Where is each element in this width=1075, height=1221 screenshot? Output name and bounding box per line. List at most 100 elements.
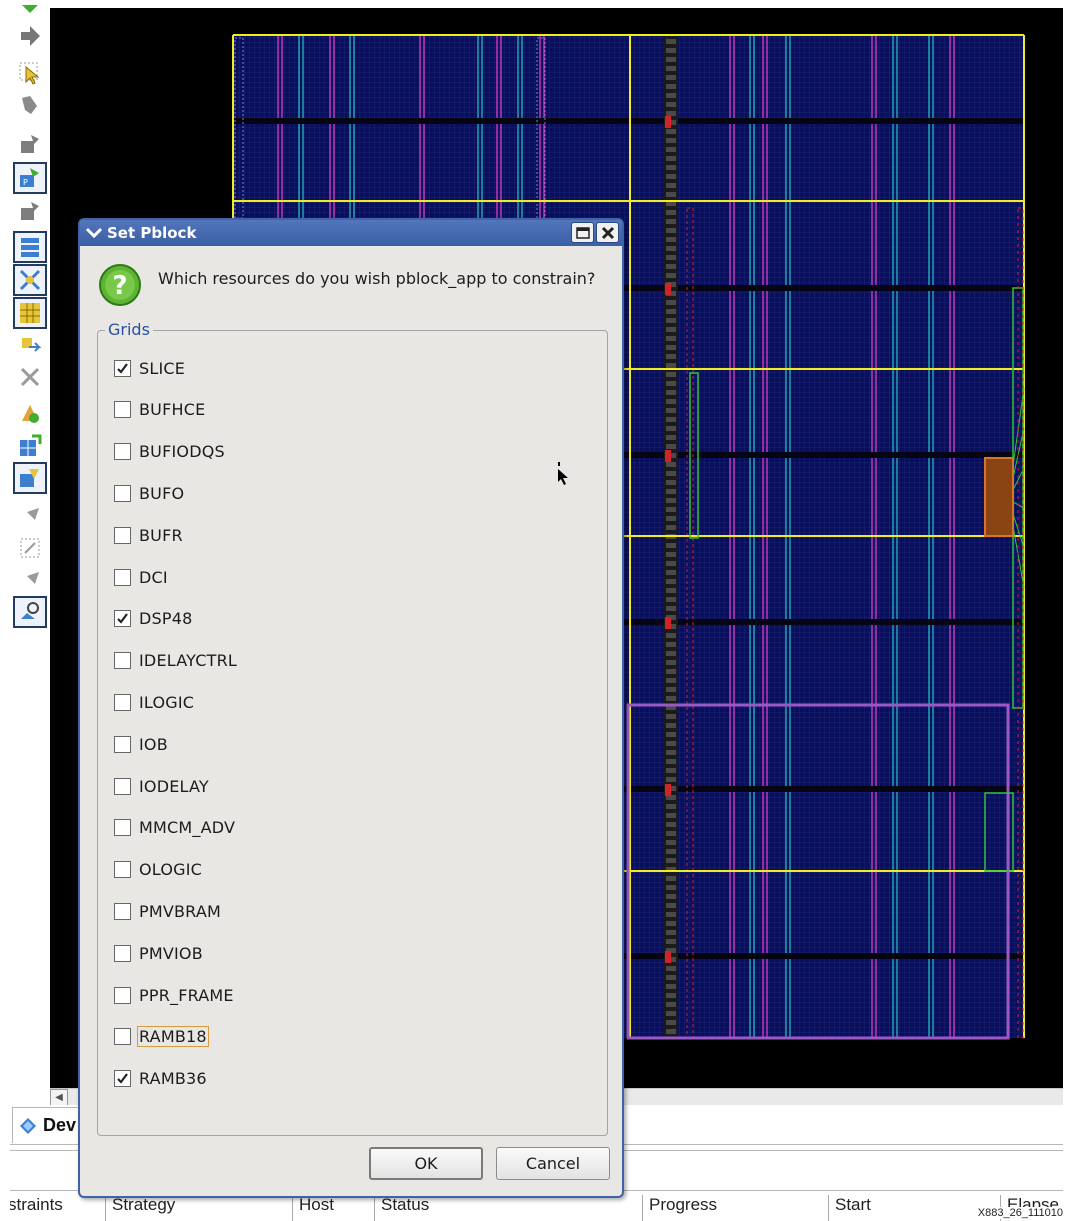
checkbox-iodelay[interactable]: IODELAY xyxy=(114,773,211,799)
dialog-question: Which resources do you wish pblock_app t… xyxy=(158,269,596,288)
checkbox-box[interactable] xyxy=(114,652,131,670)
column-header-strategy[interactable]: Strategy xyxy=(105,1195,175,1221)
ok-button[interactable]: OK xyxy=(369,1147,483,1180)
checkbox-label: DSP48 xyxy=(139,609,193,629)
io-site xyxy=(666,390,676,395)
checkbox-box[interactable] xyxy=(114,359,131,377)
checkbox-bufo[interactable]: BUFO xyxy=(114,480,186,506)
io-site xyxy=(666,579,676,584)
io-site xyxy=(666,219,676,224)
checkbox-box[interactable] xyxy=(114,902,131,920)
checkbox-mmcm-adv[interactable]: MMCM_ADV xyxy=(114,815,237,841)
io-site xyxy=(666,354,676,359)
dialog-titlebar[interactable]: Set Pblock xyxy=(80,220,622,246)
pblock-edit-icon[interactable] xyxy=(13,462,47,494)
cancel-button[interactable]: Cancel xyxy=(496,1147,610,1180)
tab-device[interactable]: Dev xyxy=(12,1107,84,1143)
checkbox-slice[interactable]: SLICE xyxy=(114,355,187,381)
column-header-constraints[interactable]: straints xyxy=(10,1195,63,1221)
hand-icon[interactable] xyxy=(13,89,47,121)
io-site xyxy=(666,129,676,134)
io-site xyxy=(666,552,676,557)
checkbox-box[interactable] xyxy=(114,777,131,795)
checkbox-box[interactable] xyxy=(114,401,131,419)
checkbox-box[interactable] xyxy=(114,484,131,502)
pblock-icon[interactable]: P xyxy=(13,162,47,194)
maximize-button[interactable] xyxy=(571,222,594,243)
grid-icon[interactable] xyxy=(13,297,47,329)
io-site xyxy=(666,1011,676,1016)
checkbox-dsp48[interactable]: DSP48 xyxy=(114,606,194,632)
io-site xyxy=(666,597,676,602)
io-site xyxy=(666,912,676,917)
checkbox-box[interactable] xyxy=(114,819,131,837)
checkbox-ramb36[interactable]: RAMB36 xyxy=(114,1066,209,1092)
checkbox-box[interactable] xyxy=(114,526,131,544)
checkbox-ppr-frame[interactable]: PPR_FRAME xyxy=(114,982,236,1008)
tool-icon[interactable] xyxy=(13,501,47,533)
checkbox-pmviob[interactable]: PMVIOB xyxy=(114,940,205,966)
checkbox-bufr[interactable]: BUFR xyxy=(114,522,185,548)
checkbox-label: RAMB36 xyxy=(139,1069,207,1089)
io-site xyxy=(666,147,676,152)
io-site xyxy=(666,516,676,521)
close-button[interactable] xyxy=(596,222,619,243)
checkbox-box[interactable] xyxy=(114,944,131,962)
checkbox-pmvbram[interactable]: PMVBRAM xyxy=(114,898,223,924)
arrow-right-icon[interactable] xyxy=(13,20,47,52)
checkbox-ramb18[interactable]: RAMB18 xyxy=(114,1024,209,1050)
checkbox-dci[interactable]: DCI xyxy=(114,564,170,590)
checkbox-box[interactable] xyxy=(114,1070,131,1088)
io-site xyxy=(666,804,676,809)
crop-icon[interactable] xyxy=(13,532,47,564)
checkbox-box[interactable] xyxy=(114,443,131,461)
io-site xyxy=(666,561,676,566)
io-site xyxy=(666,741,676,746)
checkbox-label: MMCM_ADV xyxy=(139,818,236,838)
list-icon[interactable] xyxy=(13,231,47,263)
column-header-status[interactable]: Status xyxy=(374,1195,429,1221)
checkbox-idelayctrl[interactable]: IDELAYCTRL xyxy=(114,648,239,674)
checkbox-box[interactable] xyxy=(114,693,131,711)
checkbox-label: OLOGIC xyxy=(139,860,203,880)
io-site xyxy=(666,102,676,107)
checkbox-box[interactable] xyxy=(114,861,131,879)
checkbox-iob[interactable]: IOB xyxy=(114,731,170,757)
chevron-down-icon[interactable] xyxy=(84,223,104,243)
io-site xyxy=(666,921,676,926)
io-site xyxy=(666,264,676,269)
checkbox-box[interactable] xyxy=(114,568,131,586)
column-header-progress[interactable]: Progress xyxy=(642,1195,717,1221)
checkbox-bufiodqs[interactable]: BUFIODQS xyxy=(114,439,227,465)
io-site xyxy=(666,57,676,62)
io-site xyxy=(666,768,676,773)
io-site xyxy=(666,669,676,674)
checkbox-box[interactable] xyxy=(114,1028,131,1046)
checkbox-box[interactable] xyxy=(114,610,131,628)
checkbox-label: BUFR xyxy=(139,525,183,545)
column-header-start[interactable]: Start xyxy=(828,1195,871,1221)
io-site xyxy=(666,66,676,71)
select-icon[interactable] xyxy=(13,57,47,89)
route-icon[interactable] xyxy=(13,264,47,296)
grid-add-icon[interactable] xyxy=(13,430,47,462)
place-icon[interactable] xyxy=(13,128,47,160)
io-site xyxy=(666,489,676,494)
move-icon[interactable] xyxy=(13,330,47,362)
magnify-icon[interactable] xyxy=(13,596,47,628)
unroute-icon[interactable] xyxy=(13,361,47,393)
io-site xyxy=(666,876,676,881)
place-icon[interactable] xyxy=(13,195,47,227)
io-site xyxy=(666,939,676,944)
tool-icon[interactable] xyxy=(13,565,47,597)
question-icon: ? xyxy=(99,264,141,306)
column-header-host[interactable]: Host xyxy=(292,1195,334,1221)
scroll-left-icon[interactable]: ◀ xyxy=(50,1089,68,1106)
checkbox-box[interactable] xyxy=(114,735,131,753)
checkbox-ilogic[interactable]: ILOGIC xyxy=(114,689,196,715)
checkbox-ologic[interactable]: OLOGIC xyxy=(114,857,204,883)
bell-icon[interactable] xyxy=(13,398,47,430)
checkbox-label: BUFO xyxy=(139,483,185,503)
checkbox-bufhce[interactable]: BUFHCE xyxy=(114,397,207,423)
checkbox-box[interactable] xyxy=(114,986,131,1004)
